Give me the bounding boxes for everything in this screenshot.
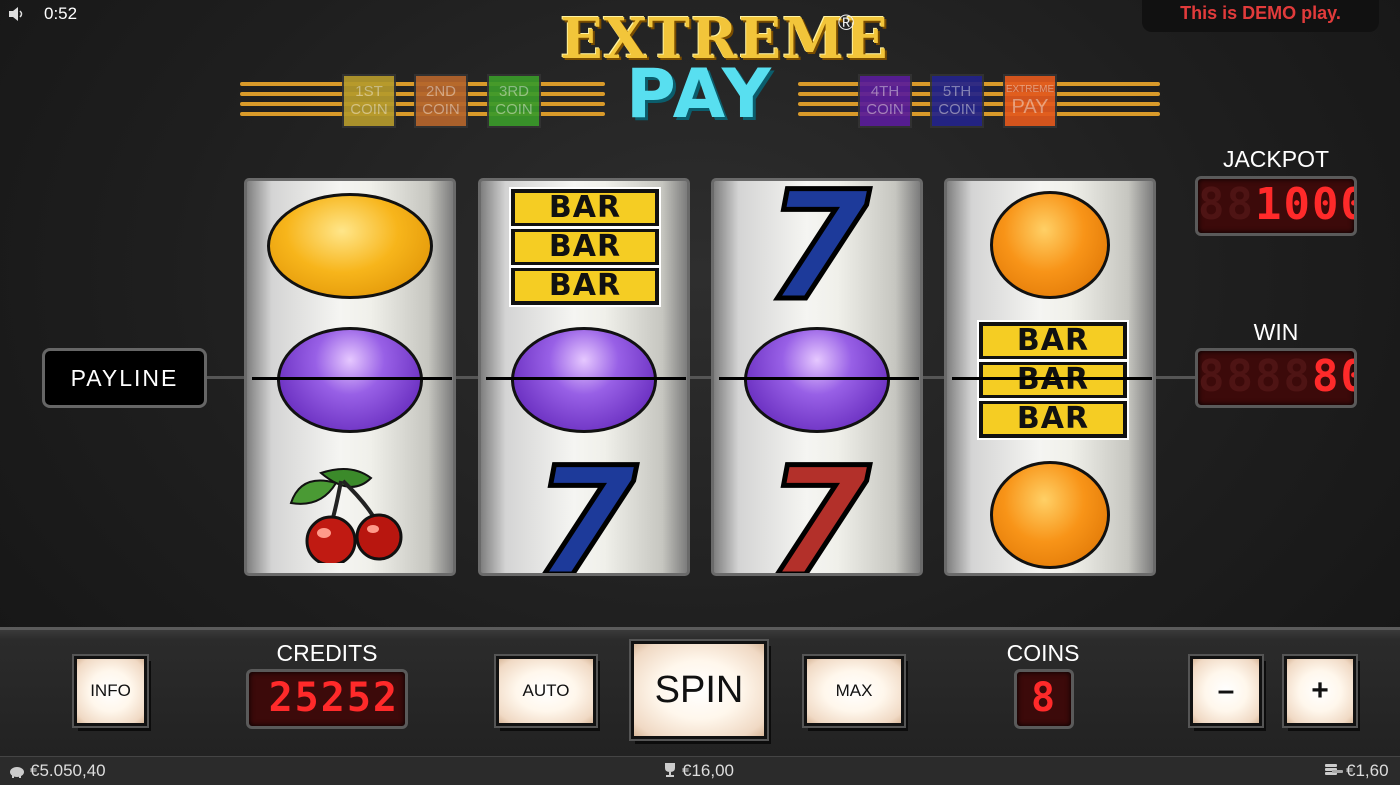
coins-increase-button[interactable]: + <box>1284 656 1356 726</box>
triple-bar-symbol: BAR BAR BAR <box>509 187 661 307</box>
total-win-item: €16,00 <box>662 761 734 781</box>
blue-seven-symbol: 7 <box>763 178 872 334</box>
speaker-icon[interactable] <box>8 7 26 21</box>
coin-indicator-2nd: 2ND COIN <box>414 74 468 128</box>
plum-symbol <box>277 327 423 433</box>
logo-pay: PAY <box>626 55 774 134</box>
coin-indicator-5th: 5TH COIN <box>930 74 984 128</box>
registered-mark: ® <box>838 10 855 35</box>
payline-marker <box>719 377 919 380</box>
orange-symbol <box>990 191 1110 299</box>
reel-4: BAR BAR BAR <box>944 178 1156 576</box>
credits-label: CREDITS <box>276 640 378 666</box>
balance-item: €5.050,40 <box>8 761 106 781</box>
bet-item: €1,60 <box>1324 761 1389 781</box>
clock: 0:52 <box>44 4 78 23</box>
max-button[interactable]: MAX <box>804 656 904 726</box>
reel-2: BAR BAR BAR 7 <box>478 178 690 576</box>
reel-3: 7 7 <box>711 178 923 576</box>
coins-label: COINS <box>1006 640 1080 666</box>
trophy-icon <box>665 763 675 777</box>
bet-value: €1,60 <box>1346 761 1389 780</box>
jackpot-label: JACKPOT <box>1222 146 1330 172</box>
coin-indicator-extreme-pay: EXTREME PAY <box>1003 74 1057 128</box>
auto-button[interactable]: AUTO <box>496 656 596 726</box>
reel-1 <box>244 178 456 576</box>
red-seven-symbol: 7 <box>763 436 872 576</box>
payline-marker <box>486 377 686 380</box>
orange-symbol <box>990 461 1110 569</box>
coin-indicator-1st: 1ST COIN <box>342 74 396 128</box>
jackpot-display: 8810000 <box>1195 176 1357 236</box>
info-button[interactable]: INFO <box>74 656 147 726</box>
coin-stack-icon <box>1325 764 1343 775</box>
total-win-value: €16,00 <box>682 761 734 780</box>
balance-value: €5.050,40 <box>30 761 106 780</box>
piggy-bank-icon <box>10 767 24 778</box>
payline-marker <box>252 377 452 380</box>
lemon-symbol <box>267 193 433 299</box>
spin-button[interactable]: SPIN <box>631 641 767 739</box>
credits-display: 25252 <box>246 669 408 729</box>
payline-marker <box>952 377 1152 380</box>
coin-indicator-4th: 4TH COIN <box>858 74 912 128</box>
coins-display: 8 <box>1014 669 1074 729</box>
coin-indicator-3rd: 3RD COIN <box>487 74 541 128</box>
payline-label: PAYLINE <box>42 348 207 408</box>
demo-notice: This is DEMO play. <box>1142 0 1379 32</box>
status-bar: €5.050,40 €16,00 €1,60 <box>0 756 1400 785</box>
blue-seven-symbol: 7 <box>530 436 639 576</box>
win-display: 888880 <box>1195 348 1357 408</box>
triple-bar-symbol: BAR BAR BAR <box>977 320 1129 440</box>
win-label: WIN <box>1253 319 1299 345</box>
coins-decrease-button[interactable]: – <box>1190 656 1262 726</box>
cherry-symbol <box>289 468 403 563</box>
plum-symbol <box>744 327 890 433</box>
plum-symbol <box>511 327 657 433</box>
